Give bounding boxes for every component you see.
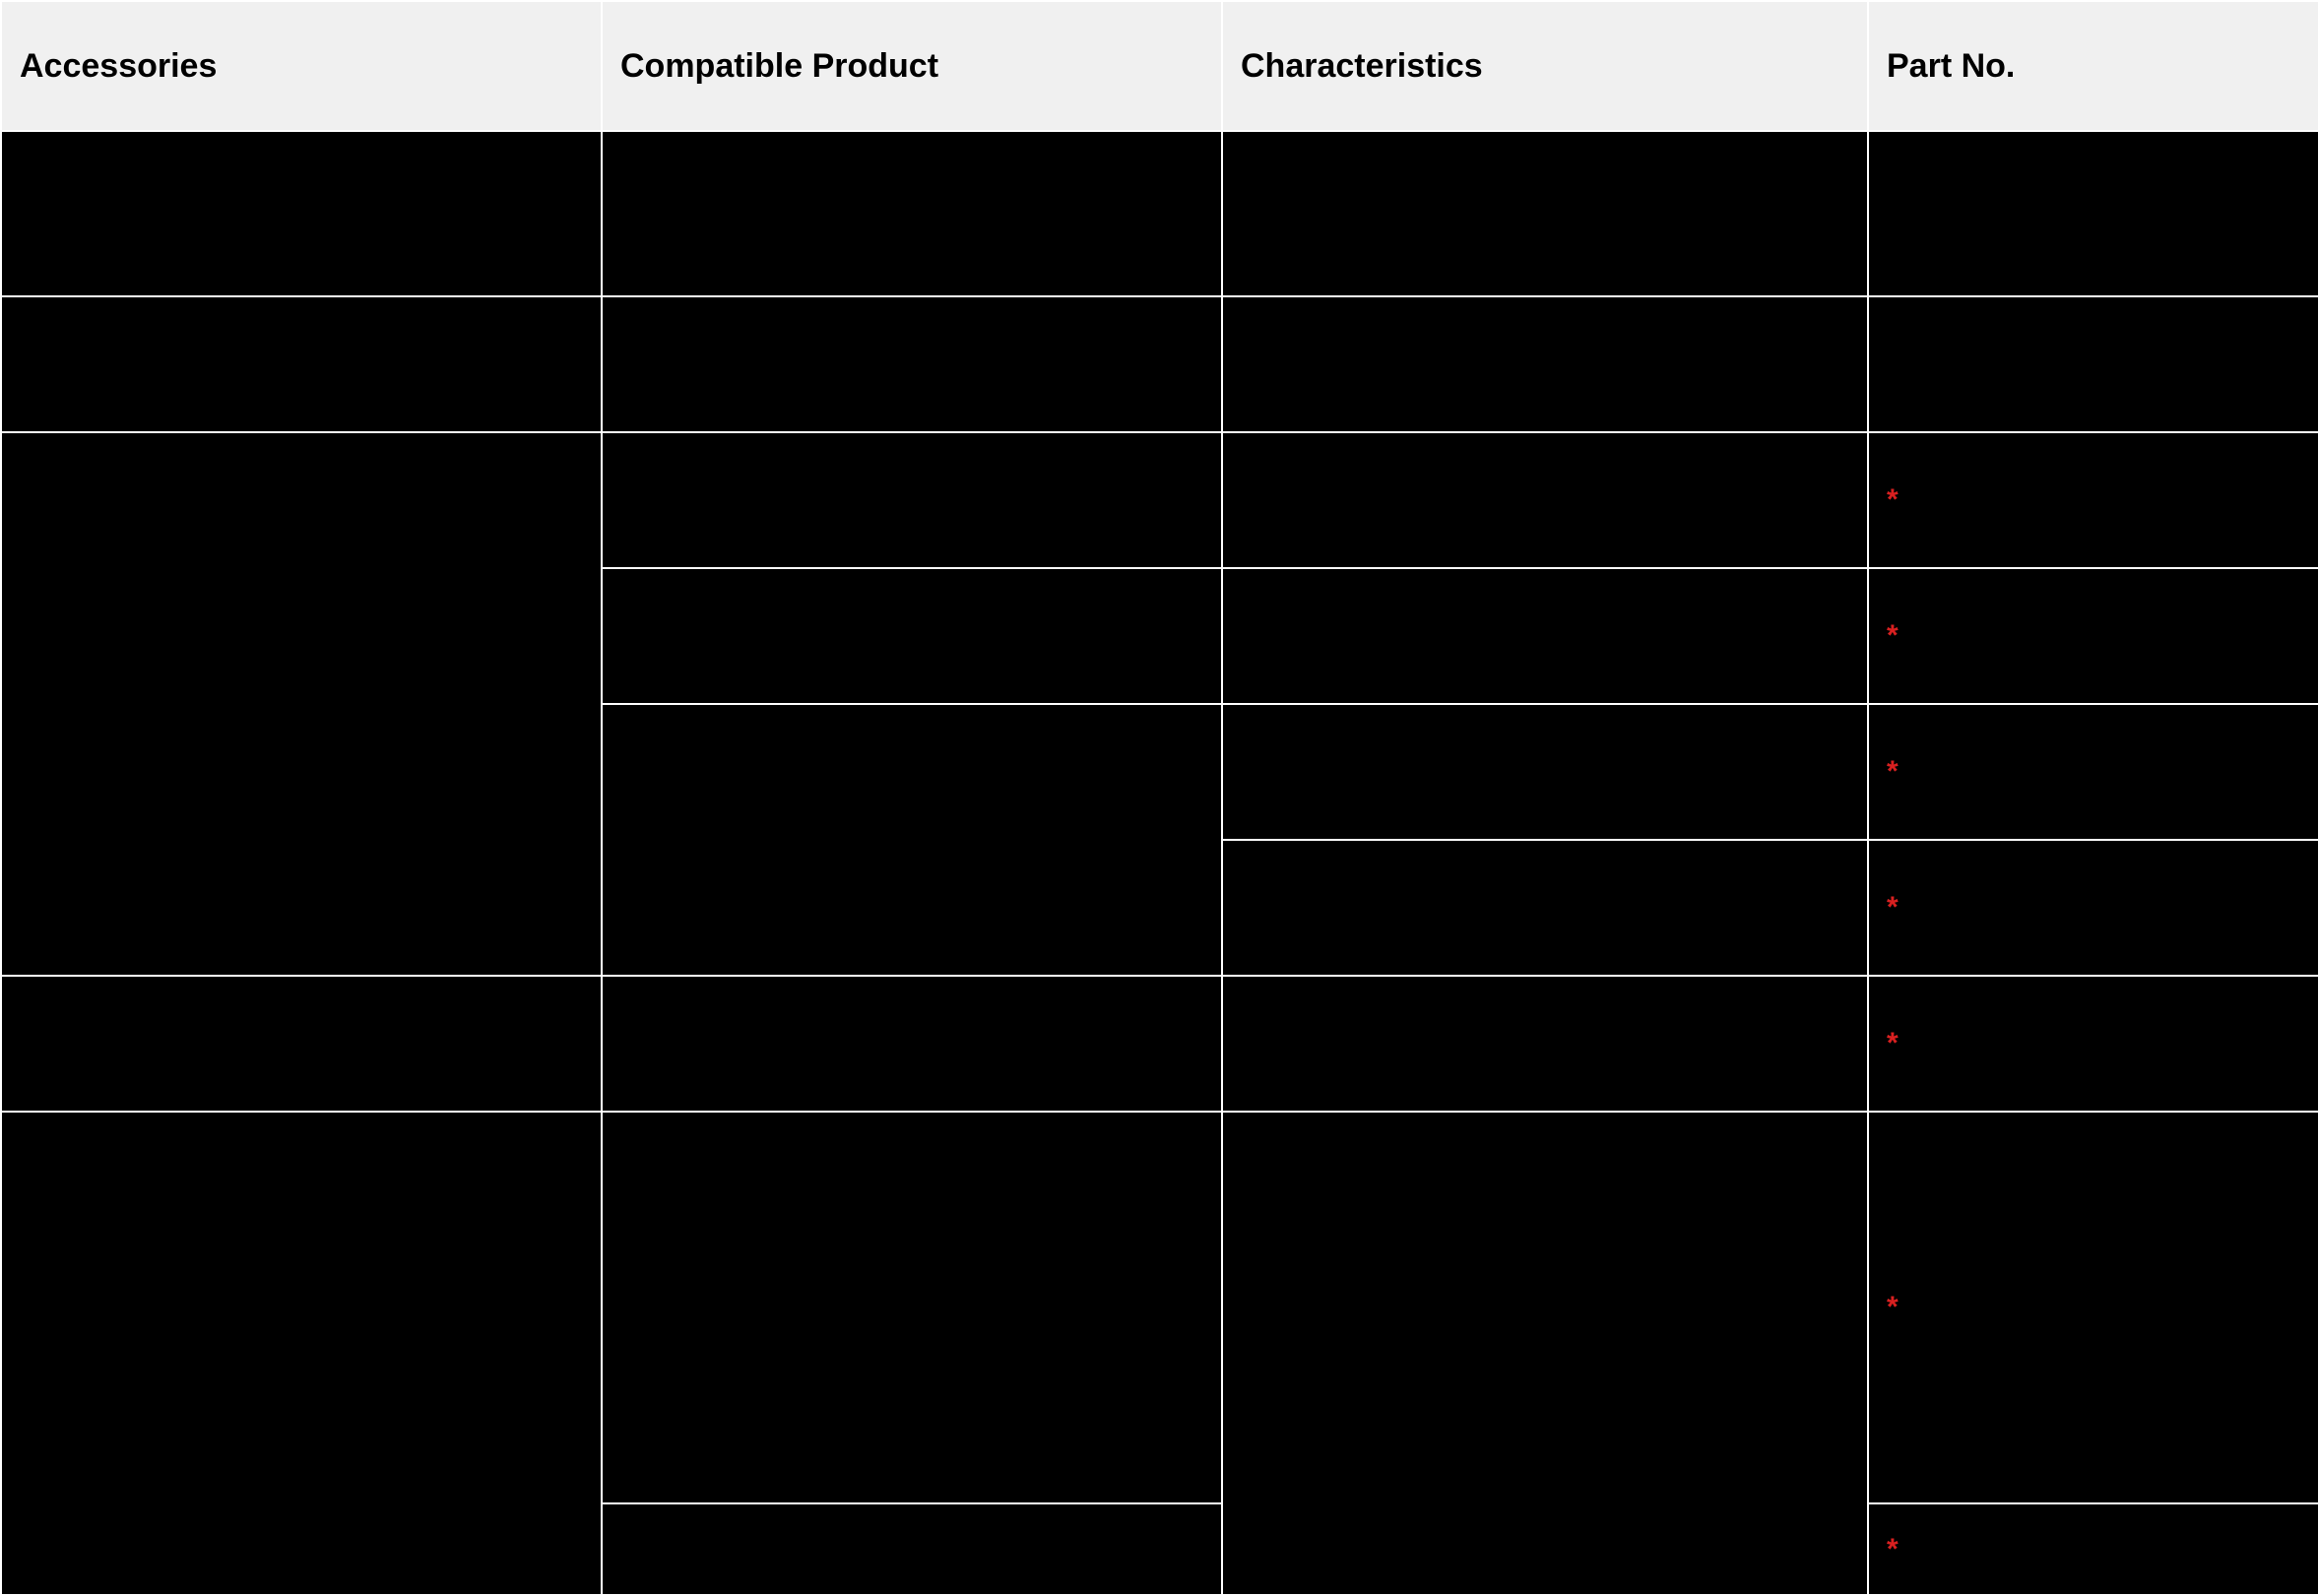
cell-accessories: [1, 432, 602, 976]
cell-compatible-product: [602, 432, 1222, 568]
cell-characteristics: [1222, 432, 1868, 568]
cell-compatible-product: [602, 1112, 1222, 1503]
asterisk-icon: *: [1887, 1029, 1899, 1058]
asterisk-icon: *: [1887, 621, 1899, 651]
cell-part-no: [1868, 131, 2318, 296]
cell-part-no: *: [1868, 1112, 2318, 1503]
cell-part-no: *: [1868, 1503, 2318, 1595]
table-header-row: Accessories Compatible Product Character…: [1, 1, 2318, 131]
asterisk-icon: *: [1887, 893, 1899, 923]
cell-characteristics: [1222, 976, 1868, 1112]
asterisk-icon: *: [1887, 1293, 1899, 1322]
cell-accessories: [1, 976, 602, 1112]
cell-compatible-product: [602, 568, 1222, 704]
cell-part-no: *: [1868, 704, 2318, 840]
table-row: *: [1, 976, 2318, 1112]
cell-accessories: [1, 296, 602, 432]
cell-part-no: [1868, 296, 2318, 432]
asterisk-icon: *: [1887, 485, 1899, 515]
cell-characteristics: [1222, 840, 1868, 976]
cell-compatible-product: [602, 976, 1222, 1112]
asterisk-icon: *: [1887, 757, 1899, 787]
header-compatible-product: Compatible Product: [602, 1, 1222, 131]
header-characteristics: Characteristics: [1222, 1, 1868, 131]
cell-characteristics: [1222, 1112, 1868, 1595]
cell-compatible-product: [602, 296, 1222, 432]
table-row: *: [1, 1112, 2318, 1503]
header-part-no: Part No.: [1868, 1, 2318, 131]
asterisk-icon: *: [1887, 1535, 1899, 1564]
cell-characteristics: [1222, 131, 1868, 296]
cell-compatible-product: [602, 1503, 1222, 1595]
cell-part-no: *: [1868, 568, 2318, 704]
table-row: [1, 131, 2318, 296]
cell-part-no: *: [1868, 840, 2318, 976]
table-row: *: [1, 432, 2318, 568]
cell-part-no: *: [1868, 432, 2318, 568]
cell-compatible-product: [602, 704, 1222, 976]
cell-characteristics: [1222, 296, 1868, 432]
cell-part-no: *: [1868, 976, 2318, 1112]
cell-compatible-product: [602, 131, 1222, 296]
cell-characteristics: [1222, 704, 1868, 840]
cell-accessories: [1, 1112, 602, 1595]
cell-accessories: [1, 131, 602, 296]
table-row: [1, 296, 2318, 432]
page: Accessories Compatible Product Character…: [0, 0, 2318, 1596]
accessories-table: Accessories Compatible Product Character…: [0, 0, 2318, 1596]
header-accessories: Accessories: [1, 1, 602, 131]
cell-characteristics: [1222, 568, 1868, 704]
